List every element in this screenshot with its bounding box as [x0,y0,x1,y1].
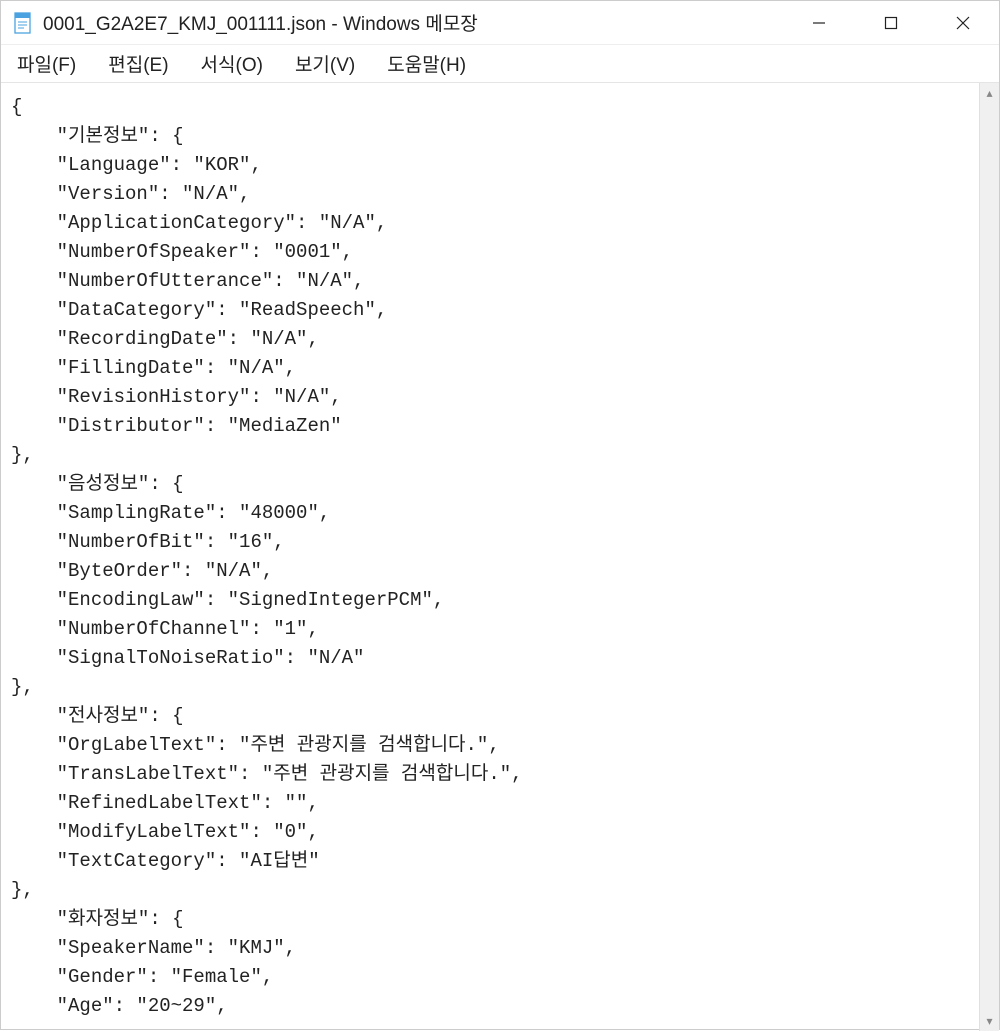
maximize-button[interactable] [855,1,927,45]
line: "NumberOfUtterance": "N/A", [11,270,364,292]
minimize-button[interactable] [783,1,855,45]
line: "Age": "20~29", [11,995,228,1017]
line: "TextCategory": "AI답변" [11,850,320,872]
line: "SignalToNoiseRatio": "N/A" [11,647,364,669]
menu-file[interactable]: 파일(F) [11,46,82,81]
menu-edit[interactable]: 편집(E) [102,46,174,81]
line: "화자정보": { [11,908,184,930]
line: "TransLabelText": "주변 관광지를 검색합니다.", [11,763,523,785]
line: "SpeakerName": "KMJ", [11,937,296,959]
vertical-scrollbar[interactable]: ▴ ▾ [979,83,999,1031]
line: "NumberOfSpeaker": "0001", [11,241,353,263]
line: }, [11,676,34,698]
line: "SamplingRate": "48000", [11,502,330,524]
line: "RefinedLabelText": "", [11,792,319,814]
line: "FillingDate": "N/A", [11,357,296,379]
window-title: 0001_G2A2E7_KMJ_001111.json - Windows 메모… [43,9,783,36]
line: "ModifyLabelText": "0", [11,821,319,843]
menu-view[interactable]: 보기(V) [289,46,361,81]
close-button[interactable] [927,1,999,45]
line: "기본정보": { [11,125,184,147]
line: "DataCategory": "ReadSpeech", [11,299,387,321]
line: "ApplicationCategory": "N/A", [11,212,387,234]
menu-help[interactable]: 도움말(H) [381,46,472,81]
line: "RevisionHistory": "N/A", [11,386,342,408]
line: "Language": "KOR", [11,154,262,176]
menu-format[interactable]: 서식(O) [195,46,269,81]
line: "NumberOfChannel": "1", [11,618,319,640]
scroll-down-icon[interactable]: ▾ [980,1011,999,1031]
editor-area: { "기본정보": { "Language": "KOR", "Version"… [1,83,999,1031]
line: "EncodingLaw": "SignedIntegerPCM", [11,589,444,611]
line: "NumberOfBit": "16", [11,531,285,553]
line: "ByteOrder": "N/A", [11,560,273,582]
line: }, [11,444,34,466]
titlebar: 0001_G2A2E7_KMJ_001111.json - Windows 메모… [1,1,999,45]
notepad-icon [13,12,33,34]
line: "RecordingDate": "N/A", [11,328,319,350]
line: }, [11,879,34,901]
text-editor[interactable]: { "기본정보": { "Language": "KOR", "Version"… [1,83,979,1031]
line: "Gender": "Female", [11,966,273,988]
line: "전사정보": { [11,705,184,727]
line: "Distributor": "MediaZen" [11,415,342,437]
line: { [11,96,22,118]
menubar: 파일(F) 편집(E) 서식(O) 보기(V) 도움말(H) [1,45,999,83]
scroll-up-icon[interactable]: ▴ [980,83,999,103]
window-controls [783,1,999,44]
line: "음성정보": { [11,473,184,495]
line: "Version": "N/A", [11,183,250,205]
line: "OrgLabelText": "주변 관광지를 검색합니다.", [11,734,500,756]
